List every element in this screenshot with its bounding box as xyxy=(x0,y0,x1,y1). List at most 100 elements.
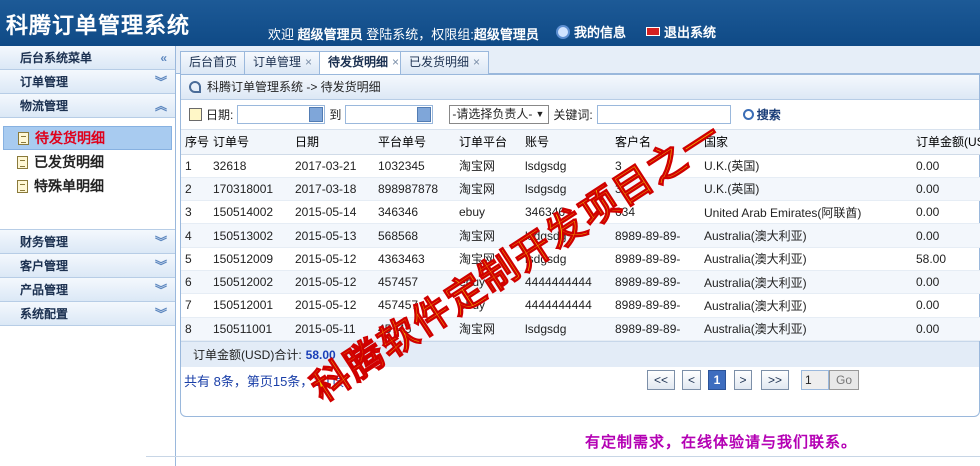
table-cell: 8989-89-89- xyxy=(611,223,700,248)
table-cell: 2017-03-21 xyxy=(291,154,374,178)
table-cell: 8989-89-89- xyxy=(611,247,700,271)
table-row[interactable]: 5 150512009 2015-05-12 4363463 淘宝网 lsdgsdg 898… xyxy=(181,247,980,271)
table-cell: 2015-05-12 xyxy=(291,270,374,295)
chevron-down-icon: ︾ xyxy=(154,235,167,249)
col-header[interactable]: 订单金额(USD) xyxy=(912,130,980,155)
table-cell: 淘宝网 xyxy=(455,317,521,341)
table-cell: ebuy xyxy=(455,200,521,225)
exit-icon xyxy=(646,27,660,36)
chevron-down-icon: ︾ xyxy=(154,283,167,297)
table-cell: 5 xyxy=(181,247,209,271)
table-cell: 4363463 xyxy=(374,247,455,271)
current-page-button[interactable]: 1 xyxy=(708,369,726,390)
total-label: 订单金额(USD)合计: xyxy=(193,347,302,362)
col-header[interactable]: 平台单号 xyxy=(374,130,455,155)
table-cell: lsdgsdg xyxy=(521,247,611,271)
table-cell: 8989-89-89- xyxy=(611,293,700,318)
table-cell: 淘宝网 xyxy=(455,223,521,248)
total-amount: 58.00 xyxy=(305,347,336,362)
col-header[interactable]: 日期 xyxy=(291,130,374,155)
sidebar-item-customer[interactable]: 客户管理 ︾ xyxy=(0,254,175,278)
table-cell: 150512009 xyxy=(209,247,291,271)
sidebar-item-system[interactable]: 系统配置 ︾ xyxy=(0,302,175,326)
welcome-info: 欢迎 超级管理员 登陆系统，权限组:超级管理员 xyxy=(268,24,539,43)
col-header[interactable]: 订单平台 xyxy=(455,130,521,155)
prev-page-button[interactable]: < xyxy=(682,369,701,390)
collapse-left-icon[interactable]: « xyxy=(160,46,167,70)
table-cell: 2015-05-11 xyxy=(291,317,374,341)
date-picker-icon[interactable] xyxy=(309,107,324,122)
table-row[interactable]: 1 32618 2017-03-21 1032345 淘宝网 lsdgsdg 3 U.K.(英… xyxy=(181,154,980,178)
col-header[interactable]: 订单号 xyxy=(209,130,291,155)
table-cell: 2 xyxy=(181,177,209,202)
app-title: 科腾订单管理系统 xyxy=(6,14,191,39)
go-button[interactable]: Go xyxy=(829,369,859,390)
date-picker-icon[interactable] xyxy=(417,107,432,122)
table-cell: Australia(澳大利亚) xyxy=(700,293,912,318)
total-amount-row: 订单金额(USD)合计: 58.00 xyxy=(181,340,979,367)
filter-toolbar: 日期: 到 -请选择负责人- ▼ 关键词: 搜索 xyxy=(181,100,979,130)
col-header[interactable]: 客户名 xyxy=(611,130,700,155)
tab-pending-shipment[interactable]: 待发货明细 × xyxy=(319,51,409,75)
logout-label: 退出系统 xyxy=(664,25,717,40)
table-cell: Australia(澳大利亚) xyxy=(700,247,912,271)
col-header[interactable]: 序号 xyxy=(181,130,209,155)
owner-select[interactable]: -请选择负责人- ▼ xyxy=(449,105,550,124)
table-cell: 32618 xyxy=(209,154,291,178)
page-number-input[interactable]: 1 xyxy=(801,369,829,390)
submenu-item-shipped[interactable]: 已发货明细 xyxy=(3,150,172,174)
sidebar-item-order-mgmt[interactable]: 订单管理 ︾ xyxy=(0,70,175,94)
table-row[interactable]: 7 150512001 2015-05-12 457457 ebuy 4444444444… xyxy=(181,293,980,318)
keyword-input[interactable] xyxy=(596,105,731,124)
submenu-item-pending-shipment[interactable]: 待发货明细 xyxy=(3,126,172,150)
table-row[interactable]: 4 150513002 2015-05-13 568568 淘宝网 lsdgsdg 8989… xyxy=(181,223,980,248)
table-cell: 45745 xyxy=(374,317,455,341)
sidebar-title[interactable]: 后台系统菜单 « xyxy=(0,46,175,70)
table-cell: 6 xyxy=(181,270,209,295)
tab-home[interactable]: 后台首页 xyxy=(180,51,247,74)
tab-shipped[interactable]: 已发货明细 × xyxy=(400,51,490,74)
table-cell: 0.00 xyxy=(912,200,980,225)
close-icon[interactable]: × xyxy=(392,55,399,69)
keyword-label: 关键词: xyxy=(553,108,593,122)
table-cell: 2015-05-12 xyxy=(291,293,374,318)
table-cell: 0.00 xyxy=(912,317,980,341)
submenu-item-special-orders[interactable]: 特殊单明细 xyxy=(3,174,172,198)
table-cell: lsdgsdg xyxy=(521,223,611,248)
dropdown-arrow-icon: ▼ xyxy=(535,109,545,119)
start-date-input[interactable] xyxy=(237,105,326,124)
search-button[interactable]: 搜索 xyxy=(742,106,781,123)
tab-order-mgmt[interactable]: 订单管理 × xyxy=(244,51,322,74)
my-info-link[interactable]: 我的信息 xyxy=(556,22,626,41)
table-row[interactable]: 3 150514002 2015-05-14 346346 ebuy 346346 634 U… xyxy=(181,200,980,225)
sidebar-item-product[interactable]: 产品管理 ︾ xyxy=(0,278,175,302)
table-cell: 1032345 xyxy=(374,154,455,178)
first-page-button[interactable]: << xyxy=(647,369,675,390)
table-cell: 634 xyxy=(611,200,700,225)
close-icon[interactable]: × xyxy=(473,55,480,69)
col-header[interactable]: 账号 xyxy=(521,130,611,155)
to-label: 到 xyxy=(329,108,342,122)
close-icon[interactable]: × xyxy=(305,55,312,69)
end-date-input[interactable] xyxy=(345,105,434,124)
logout-link[interactable]: 退出系统 xyxy=(646,22,716,41)
pager-info: 共有 8条，第页15条，1/1页 xyxy=(184,373,345,389)
table-cell: 2015-05-13 xyxy=(291,223,374,248)
sidebar-item-finance[interactable]: 财务管理 ︾ xyxy=(0,230,175,254)
sidebar-item-logistics[interactable]: 物流管理 ︽ xyxy=(0,94,175,118)
col-header[interactable]: 国家 xyxy=(700,130,912,155)
table-cell: ebuy xyxy=(455,270,521,295)
table-cell: 3 xyxy=(181,200,209,225)
table-cell: 58.00 xyxy=(912,247,980,271)
table-cell: 150513002 xyxy=(209,223,291,248)
table-cell: 0.00 xyxy=(912,270,980,295)
table-row[interactable]: 2 170318001 2017-03-18 898987878 淘宝网 lsdgsdg 3… xyxy=(181,177,980,202)
next-page-button[interactable]: > xyxy=(734,369,752,390)
table-row[interactable]: 8 150511001 2015-05-11 45745 淘宝网 lsdgsdg 8989-… xyxy=(181,317,980,341)
last-page-button[interactable]: >> xyxy=(761,369,789,390)
table-row[interactable]: 6 150512002 2015-05-12 457457 ebuy 4444444444… xyxy=(181,270,980,295)
document-icon xyxy=(17,179,28,193)
table-cell: 150511001 xyxy=(209,317,291,341)
table-cell: 2015-05-12 xyxy=(291,247,374,271)
date-label: 日期: xyxy=(206,108,234,122)
